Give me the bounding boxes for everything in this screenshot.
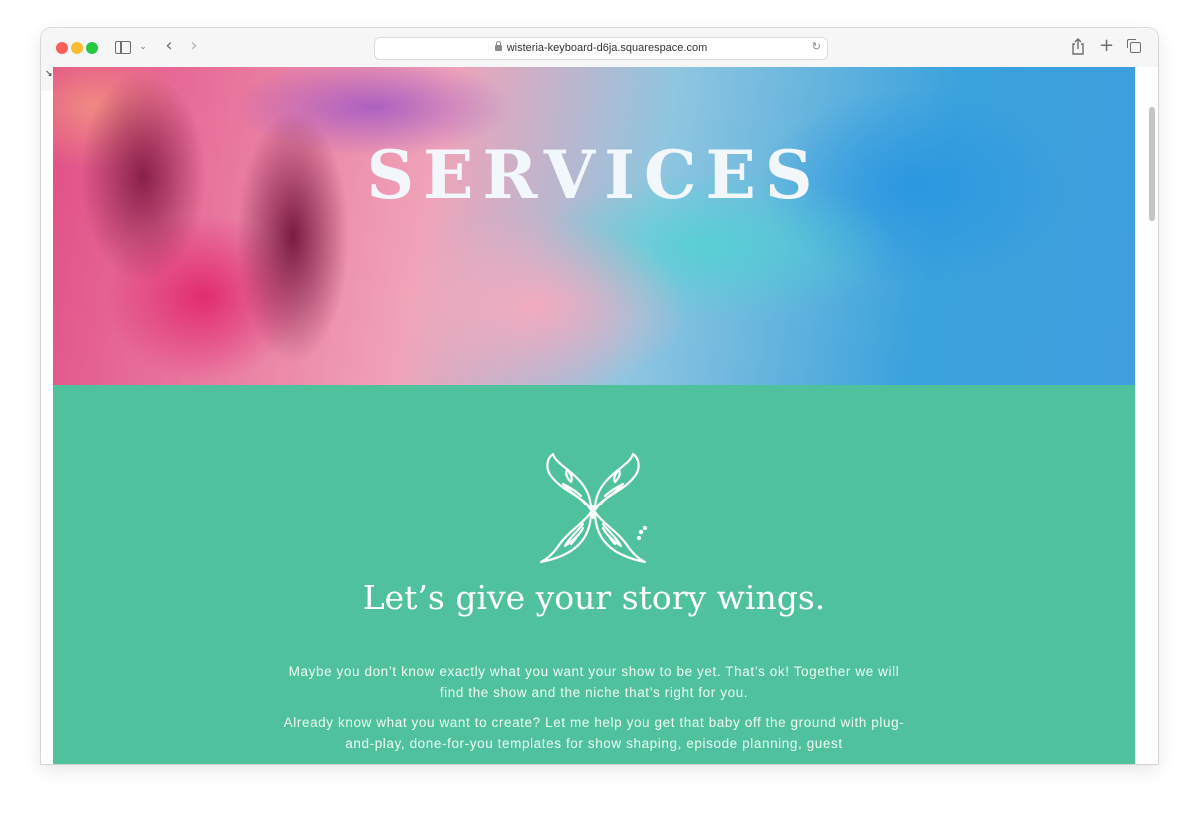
section-headline: Let’s give your story wings. (362, 578, 826, 617)
browser-window: ⌄ ‹ › wisteria-keyboard-d6ja.squarespace… (41, 28, 1158, 764)
browser-toolbar: ⌄ ‹ › wisteria-keyboard-d6ja.squarespace… (41, 28, 1158, 68)
address-bar[interactable]: wisteria-keyboard-d6ja.squarespace.com ↻ (374, 37, 828, 60)
hero-banner: SERVICES (53, 67, 1135, 385)
scrollbar-thumb[interactable] (1149, 107, 1155, 221)
intro-paragraph: Maybe you don’t know exactly what you wa… (288, 664, 900, 700)
minimize-window-button[interactable] (71, 42, 83, 54)
page-content: SERVICES Let’s give your story wings. Ma… (53, 67, 1135, 764)
zoom-window-button[interactable] (86, 42, 98, 54)
chevron-down-icon[interactable]: ⌄ (137, 38, 149, 57)
tab-overview-icon[interactable] (1127, 39, 1141, 53)
back-arrow-icon[interactable]: ‹ (162, 36, 176, 55)
lock-icon (494, 41, 502, 51)
butterfly-icon (537, 452, 649, 566)
close-window-button[interactable] (56, 42, 68, 54)
share-icon[interactable] (1071, 38, 1085, 57)
forward-arrow-icon[interactable]: › (187, 36, 201, 55)
url-text: wisteria-keyboard-d6ja.squarespace.com (506, 42, 708, 54)
page-title: SERVICES (366, 136, 822, 214)
plus-icon[interactable]: + (1099, 36, 1114, 55)
services-paragraph: Already know what you want to create? Le… (283, 715, 905, 751)
sidebar-icon[interactable] (115, 41, 131, 54)
resize-corner: ↘ (41, 67, 53, 91)
arrow-icon: ↘ (45, 69, 53, 79)
reload-icon[interactable]: ↻ (812, 40, 821, 53)
intro-section: Let’s give your story wings. Maybe you d… (53, 385, 1135, 764)
